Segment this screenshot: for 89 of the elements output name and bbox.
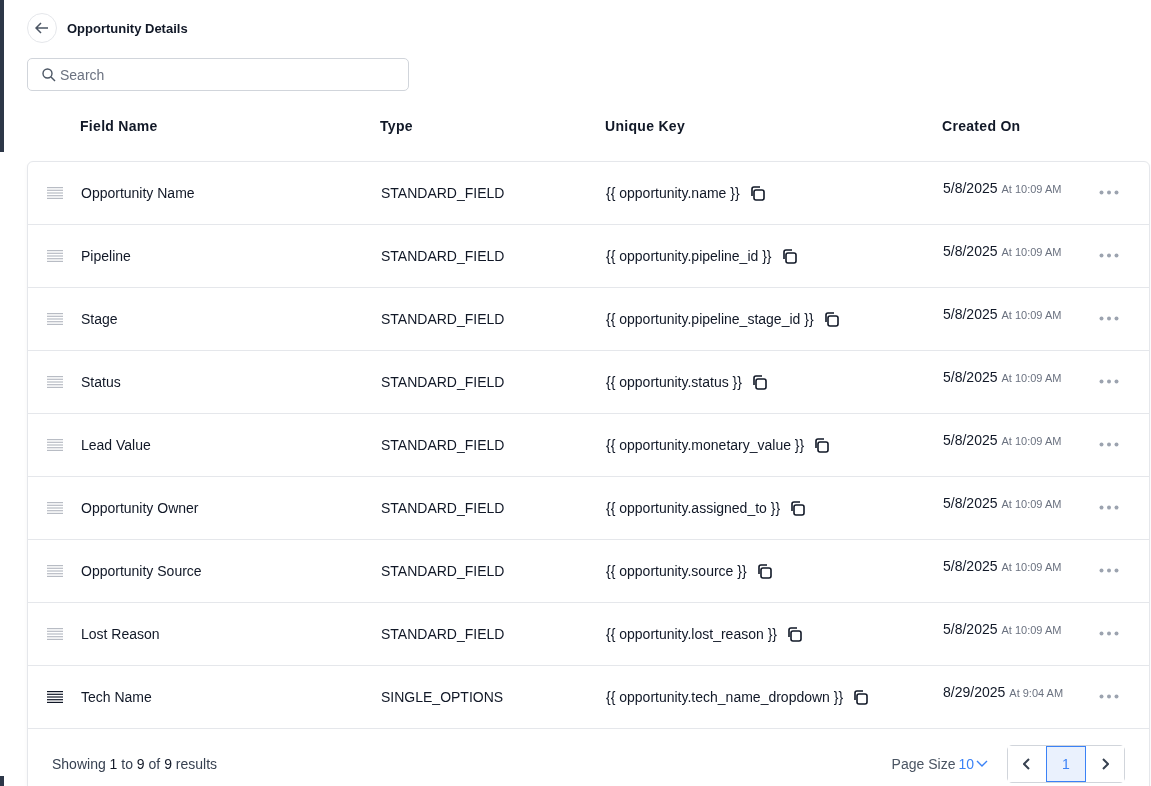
- chevron-right-icon: [1101, 758, 1109, 770]
- copy-icon[interactable]: [787, 626, 802, 642]
- column-header: Created On: [942, 118, 1022, 134]
- more-options-button[interactable]: [1099, 631, 1119, 637]
- drag-handle-icon[interactable]: [47, 565, 63, 577]
- created-date: 5/8/2025: [943, 558, 998, 574]
- field-type: STANDARD_FIELD: [381, 248, 506, 264]
- sidebar-edge: [0, 776, 4, 786]
- created-time: At 10:09 AM: [1001, 435, 1062, 447]
- created-date: 5/8/2025: [943, 243, 998, 259]
- created-time: At 10:09 AM: [1001, 561, 1062, 573]
- more-options-button[interactable]: [1099, 316, 1119, 322]
- field-type: STANDARD_FIELD: [381, 374, 506, 390]
- copy-icon[interactable]: [823, 311, 839, 327]
- column-header: Unique Key: [605, 118, 686, 134]
- unique-key: {{ opportunity.pipeline_id }}: [606, 248, 772, 264]
- created-date: 5/8/2025: [943, 369, 998, 385]
- page-title: Opportunity Details: [67, 20, 188, 36]
- created-time: At 10:09 AM: [1001, 309, 1062, 321]
- arrow-left-icon: [35, 22, 49, 34]
- created-time: At 10:09 AM: [1001, 246, 1062, 258]
- created-date: 5/8/2025: [943, 306, 998, 322]
- created-time: At 10:09 AM: [1001, 372, 1062, 384]
- created-time: At 10:09 AM: [1001, 183, 1062, 195]
- field-type: STANDARD_FIELD: [381, 311, 506, 327]
- column-header: Field Name: [80, 118, 159, 134]
- drag-handle-icon[interactable]: [47, 250, 63, 262]
- field-type: STANDARD_FIELD: [381, 500, 506, 516]
- field-name: Status: [81, 374, 122, 390]
- unique-key: {{ opportunity.source }}: [606, 563, 747, 579]
- search-icon: [42, 68, 56, 82]
- drag-handle-icon[interactable]: [47, 439, 63, 451]
- field-name: Tech Name: [81, 689, 153, 705]
- created-time: At 10:09 AM: [1001, 498, 1062, 510]
- drag-handle-icon[interactable]: [47, 691, 63, 703]
- created-date: 5/8/2025: [943, 432, 998, 448]
- drag-handle-icon[interactable]: [47, 313, 63, 325]
- field-name: Opportunity Source: [81, 563, 203, 579]
- drag-handle-icon[interactable]: [47, 187, 63, 199]
- page-size-dropdown[interactable]: 10: [958, 756, 988, 772]
- created-date: 5/8/2025: [943, 621, 998, 637]
- chevron-left-icon: [1023, 758, 1031, 770]
- field-type: STANDARD_FIELD: [381, 185, 506, 201]
- unique-key: {{ opportunity.monetary_value }}: [606, 437, 805, 453]
- search-field[interactable]: Search: [27, 58, 409, 91]
- more-options-button[interactable]: [1099, 568, 1119, 574]
- field-type: SINGLE_OPTIONS: [381, 689, 505, 705]
- unique-key: {{ opportunity.tech_name_dropdown }}: [606, 689, 844, 705]
- back-button[interactable]: [27, 13, 57, 43]
- more-options-button[interactable]: [1099, 190, 1119, 196]
- copy-icon[interactable]: [751, 374, 767, 390]
- unique-key: {{ opportunity.status }}: [606, 374, 742, 390]
- drag-handle-icon[interactable]: [47, 628, 63, 640]
- column-header: Type: [380, 118, 414, 134]
- created-date: 5/8/2025: [943, 495, 998, 511]
- unique-key: {{ opportunity.pipeline_stage_id }}: [606, 311, 814, 327]
- page-number-button[interactable]: 1: [1046, 746, 1086, 782]
- field-name: Pipeline: [81, 248, 132, 264]
- field-name: Opportunity Owner: [81, 500, 200, 516]
- more-options-button[interactable]: [1099, 442, 1119, 448]
- unique-key: {{ opportunity.lost_reason }}: [606, 626, 777, 642]
- copy-icon[interactable]: [790, 500, 806, 516]
- field-type: STANDARD_FIELD: [381, 563, 506, 579]
- unique-key: {{ opportunity.name }}: [606, 185, 740, 201]
- field-type: STANDARD_FIELD: [381, 626, 506, 642]
- copy-icon[interactable]: [781, 248, 797, 264]
- results-summary: Showing 1 to 9 of 9 results: [52, 756, 218, 772]
- copy-icon[interactable]: [749, 185, 765, 201]
- chevron-down-icon: [976, 760, 988, 768]
- copy-icon[interactable]: [756, 563, 772, 579]
- more-options-button[interactable]: [1099, 694, 1119, 700]
- field-type: STANDARD_FIELD: [381, 437, 506, 453]
- created-date: 8/29/2025: [943, 684, 1006, 700]
- more-options-button[interactable]: [1099, 379, 1119, 385]
- field-name: Lost Reason: [81, 626, 161, 642]
- drag-handle-icon[interactable]: [47, 502, 63, 514]
- more-options-button[interactable]: [1099, 505, 1119, 511]
- copy-icon[interactable]: [853, 689, 869, 705]
- unique-key: {{ opportunity.assigned_to }}: [606, 500, 781, 516]
- created-time: At 9:04 AM: [1009, 687, 1064, 699]
- field-name: Opportunity Name: [81, 185, 196, 201]
- created-time: At 10:09 AM: [1001, 624, 1062, 636]
- more-options-button[interactable]: [1099, 253, 1119, 259]
- field-name: Lead Value: [81, 437, 152, 453]
- drag-handle-icon[interactable]: [47, 376, 63, 388]
- field-name: Stage: [81, 311, 119, 327]
- page-size-label: Page Size: [891, 756, 956, 772]
- created-date: 5/8/2025: [943, 180, 998, 196]
- copy-icon[interactable]: [814, 437, 830, 453]
